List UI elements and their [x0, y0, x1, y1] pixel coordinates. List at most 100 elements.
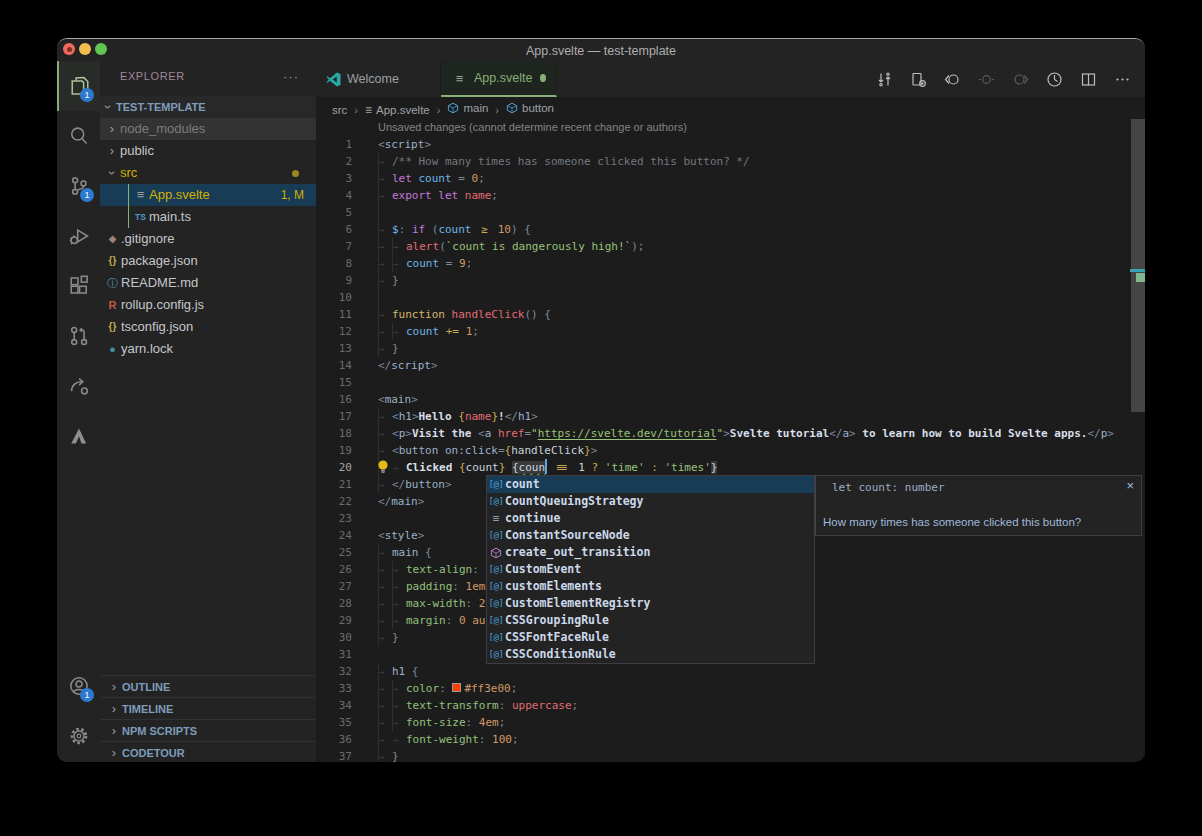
activity-bar-item-search[interactable] [57, 111, 100, 161]
live-share-icon [68, 375, 90, 397]
scrollbar-thumb[interactable] [1131, 119, 1145, 412]
code-line-37[interactable]: 37} [316, 748, 1130, 762]
tree-item-app-svelte[interactable]: ≡App.svelte1, M [100, 184, 316, 206]
code-line-5[interactable]: 5 [316, 204, 1130, 221]
suggest-item-cssfontfacerule[interactable]: [@]CSSFontFaceRule [487, 629, 814, 646]
json-file-icon: {} [104, 250, 121, 272]
suggest-doc-signature: let count: number [832, 481, 945, 494]
lightbulb-icon[interactable] [376, 459, 390, 474]
code-line-15[interactable]: 15 [316, 374, 1130, 391]
tree-item-public[interactable]: ›public [100, 140, 316, 162]
sidebar-section-timeline[interactable]: ›TIMELINE [100, 697, 316, 719]
activity-bar-item-github-pr[interactable] [57, 311, 100, 361]
activity-bar-item-extensions[interactable] [57, 261, 100, 311]
code-line-14[interactable]: 14</script> [316, 357, 1130, 374]
suggest-item-count[interactable]: [@]count [487, 476, 814, 493]
navigate-forward-icon[interactable] [1012, 71, 1029, 88]
activity-bar-item-source-control[interactable]: 1 [57, 161, 100, 211]
code-line-11[interactable]: 11function handleClick() { [316, 306, 1130, 323]
code-line-3[interactable]: 3let count = 0; [316, 170, 1130, 187]
symbol-variable-icon: [@] [489, 493, 504, 510]
suggest-item-customelementregistry[interactable]: [@]CustomElementRegistry [487, 595, 814, 612]
code-line-33[interactable]: 33color: #ff3e00; [316, 680, 1130, 697]
sidebar-section-npm-scripts[interactable]: ›NPM SCRIPTS [100, 719, 316, 741]
breadcrumb-item-main[interactable]: main [447, 97, 488, 119]
tree-item-yarn-lock[interactable]: ●yarn.lock [100, 338, 316, 360]
extensions-icon [68, 275, 90, 297]
tree-item-main-ts[interactable]: TSmain.ts [100, 206, 316, 228]
suggest-item-label: CountQueuingStrategy [505, 493, 643, 510]
current-position-icon[interactable] [978, 71, 995, 88]
code-line-17[interactable]: 17<h1>Hello {name}!</h1> [316, 408, 1130, 425]
code-line-20[interactable]: 20Clicked {count} {coun ≡ 1 ? 'time' : '… [316, 459, 1130, 476]
tree-item-src[interactable]: ›src [100, 162, 316, 184]
code-line-34[interactable]: 34text-transform: uppercase; [316, 697, 1130, 714]
compare-changes-icon[interactable] [876, 71, 893, 88]
activity-bar-item-settings-gear[interactable] [57, 711, 100, 761]
suggest-list: [@]count[@]CountQueuingStrategy≡continue… [486, 475, 815, 664]
sidebar-more-actions-icon[interactable]: ··· [283, 61, 299, 92]
chevron-right-icon: › [106, 698, 122, 719]
tab-label: Welcome [347, 72, 399, 86]
tree-item-package-json[interactable]: {}package.json [100, 250, 316, 272]
code-line-13[interactable]: 13} [316, 340, 1130, 357]
suggest-item-create_out_transition[interactable]: create_out_transition [487, 544, 814, 561]
chevron-right-icon: › [104, 140, 120, 162]
code-line-19[interactable]: 19<button on:click={handleClick}> [316, 442, 1130, 459]
sidebar-section-outline[interactable]: ›OUTLINE [100, 675, 316, 697]
suggest-item-label: CustomEvent [505, 561, 581, 578]
code-line-1[interactable]: 1<script> [316, 136, 1130, 153]
tree-item-node-modules[interactable]: ›node_modules [100, 118, 316, 140]
breadcrumb-item-button[interactable]: button [506, 97, 554, 119]
code-line-36[interactable]: 36font-weight: 100; [316, 731, 1130, 748]
suggest-item-constantsourcenode[interactable]: [@]ConstantSourceNode [487, 527, 814, 544]
code-line-7[interactable]: 7alert(`count is dangerously high!`); [316, 238, 1130, 255]
suggest-doc-close-icon[interactable]: × [1126, 478, 1134, 493]
more-actions-icon[interactable] [1114, 71, 1131, 88]
tab-welcome[interactable]: Welcome [316, 61, 441, 97]
sidebar-section-codetour[interactable]: ›CODETOUR [100, 741, 316, 762]
activity-bar-item-azure[interactable] [57, 411, 100, 461]
code-line-16[interactable]: 16<main> [316, 391, 1130, 408]
color-swatch[interactable] [452, 683, 461, 692]
code-line-35[interactable]: 35font-size: 4em; [316, 714, 1130, 731]
activity-bar-item-run-debug[interactable] [57, 211, 100, 261]
git-status-badge: 1, M [281, 184, 304, 206]
breadcrumb: src›≡App.svelte›main›button [316, 97, 1145, 119]
suggest-item-continue[interactable]: ≡continue [487, 510, 814, 527]
breadcrumb-item-src[interactable]: src [332, 99, 347, 121]
code-line-10[interactable]: 10 [316, 289, 1130, 306]
tree-item-readme-md[interactable]: ⓘREADME.md [100, 272, 316, 294]
code-line-12[interactable]: 12count += 1; [316, 323, 1130, 340]
suggest-item-countqueuingstrategy[interactable]: [@]CountQueuingStrategy [487, 493, 814, 510]
tree-item-tsconfig-json[interactable]: {}tsconfig.json [100, 316, 316, 338]
navigate-back-icon[interactable] [944, 71, 961, 88]
code-line-32[interactable]: 32h1 { [316, 663, 1130, 680]
suggest-item-cssconditionrule[interactable]: [@]CSSConditionRule [487, 646, 814, 663]
split-editor-icon[interactable] [1080, 71, 1097, 88]
tree-item--gitignore[interactable]: ◆.gitignore [100, 228, 316, 250]
tab-label: App.svelte [474, 71, 532, 85]
activity-bar-item-live-share[interactable] [57, 361, 100, 411]
suggest-item-customelements[interactable]: [@]customElements [487, 578, 814, 595]
symbol-icon [506, 102, 518, 114]
editor-scrollbar[interactable] [1130, 119, 1145, 762]
code-line-4[interactable]: 4export let name; [316, 187, 1130, 204]
tab-app-svelte[interactable]: ≡App.svelte [441, 61, 557, 97]
code-line-8[interactable]: 8count = 9; [316, 255, 1130, 272]
code-line-2[interactable]: 2/** How many times has someone clicked … [316, 153, 1130, 170]
activity-bar-item-accounts[interactable]: 1 [57, 661, 100, 711]
run-icon[interactable] [1046, 71, 1063, 88]
tree-root-test-template[interactable]: ›TEST-TEMPLATE [100, 96, 316, 118]
unsaved-dot-icon[interactable] [540, 74, 546, 82]
window-title: App.svelte — test-template [57, 39, 1145, 63]
activity-bar-item-explorer[interactable]: 1 [57, 61, 100, 111]
breadcrumb-item-app-svelte[interactable]: ≡App.svelte [365, 99, 430, 121]
suggest-item-cssgroupingrule[interactable]: [@]CSSGroupingRule [487, 612, 814, 629]
code-line-6[interactable]: 6$: if (count ≥ 10) { [316, 221, 1130, 238]
code-line-9[interactable]: 9} [316, 272, 1130, 289]
open-changes-icon[interactable] [910, 71, 927, 88]
code-line-18[interactable]: 18<p>Visit the <a href="https://svelte.d… [316, 425, 1130, 442]
tree-item-rollup-config-js[interactable]: Rrollup.config.js [100, 294, 316, 316]
suggest-item-customevent[interactable]: [@]CustomEvent [487, 561, 814, 578]
